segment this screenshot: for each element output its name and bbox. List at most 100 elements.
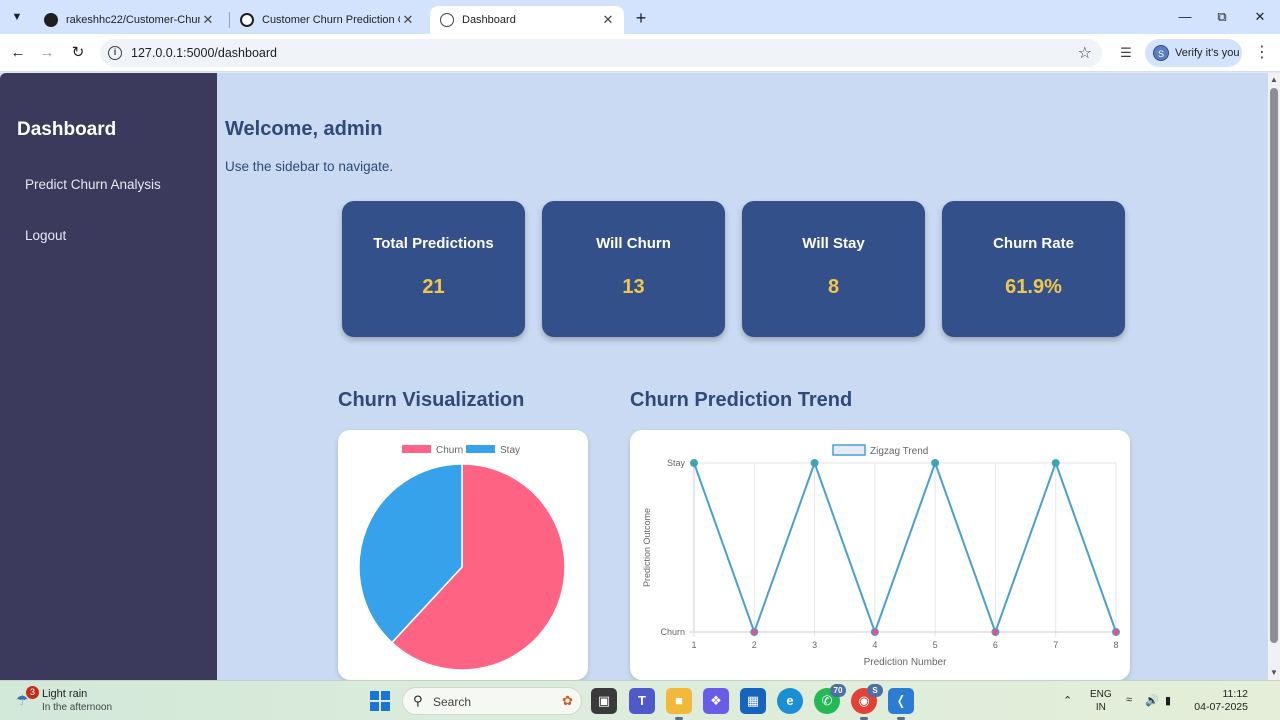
address-bar[interactable]: i 127.0.0.1:5000/dashboard ☆ <box>100 39 1102 67</box>
minimize-button[interactable]: — <box>1170 6 1200 28</box>
trend-section-title: Churn Prediction Trend <box>630 389 853 411</box>
search-highlight-icon: ✿ <box>562 693 573 708</box>
chevron-up-icon[interactable]: ⌃ <box>1063 694 1072 707</box>
stat-card-churn-rate: Churn Rate 61.9% <box>942 201 1125 337</box>
weather-widget[interactable]: ☂ 3 Light rain In the afternoon <box>12 686 132 716</box>
new-tab-button[interactable]: + <box>630 8 652 30</box>
tab-search-button[interactable]: ▼ <box>6 6 28 28</box>
stat-card-value: 8 <box>827 276 840 298</box>
close-window-button[interactable]: ✕ <box>1245 6 1275 28</box>
close-icon[interactable]: ✕ <box>600 12 616 28</box>
windows-logo-icon <box>370 691 379 700</box>
browser-toolbar: ← → ↻ i 127.0.0.1:5000/dashboard ☆ ☰ S V… <box>0 34 1280 72</box>
page-scrollbar[interactable]: ▲ ▼ <box>1268 73 1280 680</box>
clock[interactable]: 11:12 04-07-2025 <box>1186 688 1248 714</box>
x-tick-label: 2 <box>752 640 757 650</box>
scroll-up-icon[interactable]: ▲ <box>1270 75 1278 84</box>
x-tick-label: 6 <box>993 640 998 650</box>
region-code: IN <box>1095 702 1106 713</box>
y-tick-label: Churn <box>660 627 685 637</box>
data-point <box>810 459 819 467</box>
whatsapp-icon[interactable]: ✆ 70 <box>814 684 846 714</box>
stat-card-label: Total Predictions <box>373 235 494 252</box>
x-tick-label: 4 <box>872 640 877 650</box>
scroll-thumb[interactable] <box>1270 88 1278 643</box>
url-text[interactable]: 127.0.0.1:5000/dashboard <box>131 46 277 60</box>
x-tick-label: 7 <box>1053 640 1058 650</box>
tab-dashboard[interactable]: Dashboard ✕ <box>430 6 624 34</box>
data-point <box>1051 459 1060 467</box>
page-subtitle: Use the sidebar to navigate. <box>225 159 394 174</box>
chrome-profile-badge: S <box>867 684 883 697</box>
line-chart-panel: Zigzag Trend Churn Stay 1 2 3 4 5 6 7 8 Prediction … <box>630 430 1130 680</box>
series-line <box>693 460 1117 635</box>
reload-button[interactable]: ↻ <box>67 42 89 64</box>
data-point <box>931 459 940 467</box>
weather-title: Light rain <box>42 688 88 700</box>
close-icon[interactable]: ✕ <box>200 12 216 28</box>
weather-badge: 3 <box>26 686 39 699</box>
tab-title: rakeshhc22/Customer-Churn-P <box>66 14 200 26</box>
chatgpt-icon <box>240 13 254 27</box>
teams-icon[interactable]: T <box>629 688 655 714</box>
edge-icon[interactable]: e <box>777 688 803 714</box>
bookmark-star-icon[interactable]: ☆ <box>1078 43 1092 63</box>
windows-logo-icon <box>370 702 379 711</box>
taskbar-search[interactable]: ⚲ Search ✿ <box>402 687 582 715</box>
x-axis-title: Prediction Number <box>864 657 947 668</box>
verify-profile-button[interactable]: S Verify it's you <box>1145 39 1242 67</box>
legend-swatch-churn <box>402 445 431 453</box>
windows-logo-icon <box>381 702 390 711</box>
store-icon[interactable]: ▦ <box>740 688 766 714</box>
close-icon[interactable]: ✕ <box>400 12 416 28</box>
task-view-icon[interactable]: ▣ <box>591 688 617 714</box>
legend-label-zigzag: Zigzag Trend <box>870 446 928 457</box>
forward-button[interactable]: → <box>36 42 58 64</box>
page-title: Welcome, admin <box>225 118 383 140</box>
site-info-icon[interactable]: i <box>108 46 122 60</box>
scroll-down-icon[interactable]: ▼ <box>1270 668 1278 677</box>
legend-swatch-stay <box>466 445 495 453</box>
copilot-icon[interactable]: ❖ <box>703 688 729 714</box>
windows-start-button[interactable] <box>370 691 390 711</box>
stat-card-will-churn: Will Churn 13 <box>542 201 725 337</box>
restore-button[interactable]: ⧉ <box>1207 6 1237 28</box>
wifi-icon[interactable]: ≈ <box>1126 694 1132 706</box>
pie-chart: Churn Stay <box>358 445 566 671</box>
search-icon: ⚲ <box>413 693 423 708</box>
x-tick-label: 3 <box>812 640 817 650</box>
back-button[interactable]: ← <box>7 42 29 64</box>
tab-title: Customer Churn Prediction Gui <box>262 14 400 26</box>
tab-github[interactable]: rakeshhc22/Customer-Churn-P ✕ <box>34 6 224 34</box>
data-point <box>870 628 879 636</box>
x-tick-label: 1 <box>691 640 696 650</box>
volume-icon[interactable]: 🔊 <box>1145 694 1159 707</box>
file-explorer-icon[interactable]: ■ <box>666 688 692 720</box>
data-point <box>750 628 759 636</box>
profile-avatar: S <box>1153 45 1169 61</box>
windows-logo-icon <box>381 691 390 700</box>
stat-card-total-predictions: Total Predictions 21 <box>342 201 525 337</box>
vscode-icon[interactable]: ❬ <box>888 688 914 720</box>
language-indicator[interactable]: ENG IN <box>1090 688 1112 714</box>
verify-label: Verify it's you <box>1175 47 1240 59</box>
weather-subtitle: In the afternoon <box>42 702 113 713</box>
battery-icon[interactable]: ▮ <box>1165 694 1171 707</box>
tab-chatgpt[interactable]: Customer Churn Prediction Gui ✕ <box>230 6 424 34</box>
browser-menu-icon[interactable]: ⋮ <box>1252 42 1272 64</box>
x-tick-label: 5 <box>933 640 938 650</box>
legend-swatch-zigzag <box>832 444 866 456</box>
search-label: Search <box>433 695 472 709</box>
data-point <box>1112 628 1120 636</box>
clock-date: 04-07-2025 <box>1194 701 1248 713</box>
media-controls-icon[interactable]: ☰ <box>1115 42 1137 64</box>
sidebar-item-logout[interactable]: Logout <box>25 228 66 243</box>
globe-icon <box>440 13 454 27</box>
sidebar-title: Dashboard <box>17 119 117 140</box>
stat-card-label: Churn Rate <box>993 235 1074 252</box>
clock-time: 11:12 <box>1222 688 1249 700</box>
chrome-icon[interactable]: ◉ S <box>851 684 883 720</box>
sidebar-item-predict-churn[interactable]: Predict Churn Analysis <box>25 177 161 192</box>
stat-card-value: 13 <box>622 276 645 298</box>
x-tick-label: 8 <box>1113 640 1118 650</box>
